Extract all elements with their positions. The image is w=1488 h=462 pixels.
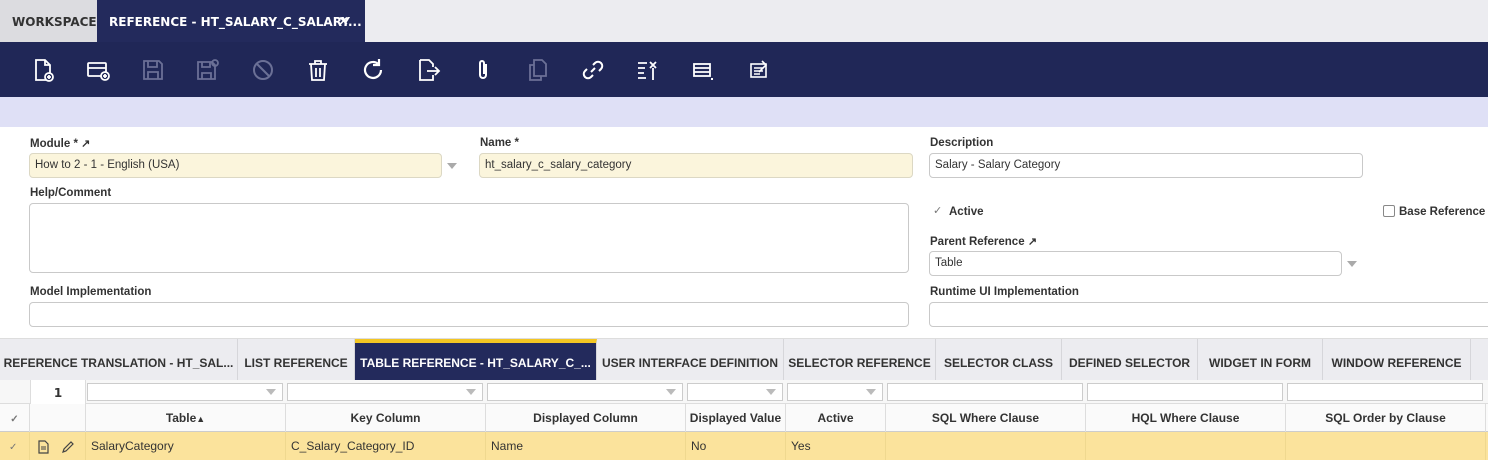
header-row: ✓ Table▲ Key Column Displayed Column Dis… — [0, 404, 1488, 432]
child-tabs: REFERENCE TRANSLATION - HT_SAL... LIST R… — [0, 338, 1488, 381]
cell-sql-order[interactable] — [1286, 432, 1486, 460]
filter-displayed-column[interactable] — [487, 383, 683, 401]
filter-row: 1 — [0, 380, 1488, 404]
header-actions — [30, 404, 86, 432]
active-checkbox[interactable] — [932, 204, 944, 218]
grid-view-icon[interactable] — [689, 56, 717, 84]
cell-active[interactable]: Yes — [786, 432, 886, 460]
save-icon[interactable] — [139, 56, 167, 84]
cell-key-column[interactable]: C_Salary_Category_ID — [286, 432, 486, 460]
module-label-text: Module * — [30, 138, 78, 150]
cell-displayed-column[interactable]: Name — [486, 432, 686, 460]
audit-icon[interactable] — [744, 56, 772, 84]
header-sql-order[interactable]: SQL Order by Clause — [1286, 404, 1486, 432]
filter-key-column[interactable] — [287, 383, 483, 401]
filter-sql-order[interactable] — [1287, 383, 1483, 401]
header-active[interactable]: Active — [786, 404, 886, 432]
name-field[interactable]: ht_salary_c_salary_category — [479, 153, 913, 178]
parent-reference-dropdown-icon[interactable] — [1347, 261, 1357, 267]
description-label: Description — [930, 137, 994, 149]
link-icon[interactable] — [579, 56, 607, 84]
header-sql-where[interactable]: SQL Where Clause — [886, 404, 1086, 432]
tab-window-reference[interactable]: WINDOW REFERENCE — [1323, 339, 1471, 381]
edit-pencil-icon[interactable] — [61, 440, 75, 454]
tab-reference-translation[interactable]: REFERENCE TRANSLATION - HT_SAL... — [0, 339, 238, 381]
cell-displayed-value[interactable]: No — [686, 432, 786, 460]
module-label: Module * ↗ — [30, 137, 90, 150]
model-implementation-field[interactable] — [29, 302, 909, 327]
filter-sql-where[interactable] — [887, 383, 1083, 401]
export-icon[interactable] — [414, 56, 442, 84]
new-document-icon[interactable] — [29, 56, 57, 84]
cell-table[interactable]: SalaryCategory — [86, 432, 286, 460]
table-reference-grid: 1 ✓ Table▲ Key Column Displayed Column D… — [0, 380, 1488, 460]
clone-icon[interactable] — [524, 56, 552, 84]
filter-active[interactable] — [787, 383, 883, 401]
status-bar — [0, 97, 1488, 127]
delete-icon[interactable] — [304, 56, 332, 84]
window-tabs: WORKSPACE REFERENCE - HT_SALARY_C_SALARY… — [0, 0, 1488, 42]
parent-reference-label-text: Parent Reference — [930, 236, 1025, 248]
new-row-icon[interactable] — [84, 56, 112, 84]
header-hql-where[interactable]: HQL Where Clause — [1086, 404, 1286, 432]
refresh-icon[interactable] — [359, 56, 387, 84]
tab-reference-label: REFERENCE - HT_SALARY_C_SALARY... — [109, 15, 362, 29]
form-view-icon[interactable] — [36, 440, 50, 454]
attachment-icon[interactable] — [469, 56, 497, 84]
tab-workspace[interactable]: WORKSPACE — [0, 0, 97, 42]
sort-ascending-icon[interactable]: ▲ — [196, 414, 205, 424]
row-checkbox[interactable]: ✓ — [0, 432, 30, 460]
parent-reference-label: Parent Reference ↗ — [930, 235, 1037, 248]
tab-list-reference[interactable]: LIST REFERENCE — [238, 339, 355, 381]
parent-reference-field[interactable]: Table — [929, 251, 1342, 276]
pin-icon[interactable]: ↗ — [1028, 236, 1037, 248]
tab-table-reference[interactable]: TABLE REFERENCE - HT_SALARY_C_... — [355, 339, 597, 381]
runtime-ui-label: Runtime UI Implementation — [930, 286, 1079, 298]
tab-widget-in-form[interactable]: WIDGET IN FORM — [1198, 339, 1323, 381]
active-label: Active — [949, 206, 984, 218]
help-comment-field[interactable] — [29, 203, 909, 273]
name-label: Name * — [480, 137, 519, 149]
header-table[interactable]: Table▲ — [86, 404, 286, 432]
pin-icon[interactable]: ↗ — [81, 138, 90, 150]
toolbar — [0, 42, 1488, 97]
filter-displayed-value[interactable] — [687, 383, 783, 401]
header-displayed-value[interactable]: Displayed Value — [686, 404, 786, 432]
runtime-ui-field[interactable] — [929, 302, 1488, 327]
module-field[interactable]: How to 2 - 1 - English (USA) — [29, 153, 442, 178]
select-all-checkbox[interactable]: ✓ — [0, 404, 30, 432]
row-actions — [30, 432, 86, 460]
filter-table[interactable] — [87, 383, 283, 401]
header-table-label: Table — [165, 411, 197, 425]
base-reference-label: Base Reference — [1399, 206, 1486, 218]
tab-user-interface-definition[interactable]: USER INTERFACE DEFINITION — [597, 339, 784, 381]
tools-icon[interactable] — [634, 56, 662, 84]
tab-selector-reference[interactable]: SELECTOR REFERENCE — [784, 339, 936, 381]
filter-hql-where[interactable] — [1087, 383, 1283, 401]
model-implementation-label: Model Implementation — [30, 286, 152, 298]
help-label: Help/Comment — [30, 187, 112, 199]
row-count: 1 — [30, 380, 86, 404]
tab-selector-class[interactable]: SELECTOR CLASS — [936, 339, 1062, 381]
cell-hql-where[interactable] — [1086, 432, 1286, 460]
cell-sql-where[interactable] — [886, 432, 1086, 460]
header-key-column[interactable]: Key Column — [286, 404, 486, 432]
table-row[interactable]: ✓ SalaryCategory C_Salary_Category_ID Na… — [0, 432, 1488, 460]
module-dropdown-icon[interactable] — [447, 163, 457, 169]
base-reference-checkbox[interactable] — [1383, 205, 1395, 217]
description-field[interactable]: Salary - Salary Category — [929, 153, 1363, 178]
header-displayed-column[interactable]: Displayed Column — [486, 404, 686, 432]
undo-icon[interactable] — [249, 56, 277, 84]
close-icon[interactable]: × — [338, 0, 349, 44]
save-close-icon[interactable] — [194, 56, 222, 84]
tab-reference[interactable]: REFERENCE - HT_SALARY_C_SALARY... × — [97, 0, 365, 42]
tab-defined-selector[interactable]: DEFINED SELECTOR — [1062, 339, 1198, 381]
